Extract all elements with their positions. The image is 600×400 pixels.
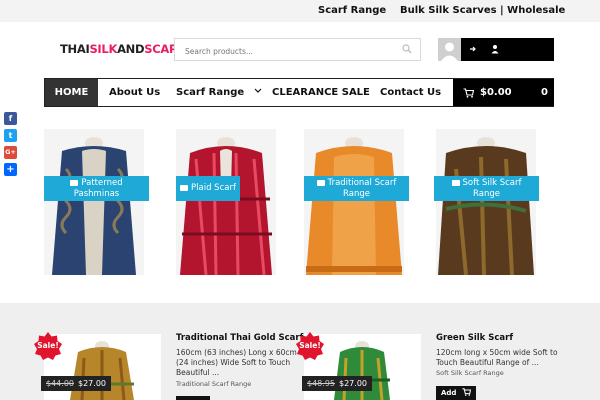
cart-icon <box>463 88 474 98</box>
more-share-icon[interactable]: + <box>4 163 17 176</box>
facebook-share-icon[interactable]: f <box>4 112 17 125</box>
add-to-cart-button[interactable]: Add <box>436 386 476 400</box>
main-navigation: HOME About Us Scarf Range CLEARANCE SALE… <box>44 78 554 107</box>
register-user-icon[interactable] <box>490 44 500 54</box>
nav-contact-us[interactable]: Contact Us <box>380 79 441 106</box>
sale-badge: Sale! <box>296 332 324 360</box>
cart-icon <box>462 388 472 396</box>
product-description: 120cm long x 50cm wide Soft to Touch Beau… <box>436 348 558 367</box>
nav-home[interactable]: HOME <box>45 79 98 106</box>
twitter-share-icon[interactable]: t <box>4 129 17 142</box>
google-plus-share-icon[interactable]: G+ <box>4 146 17 159</box>
product-title[interactable]: Traditional Thai Gold Scarf <box>176 333 303 343</box>
site-logo[interactable]: THAISILKANDSCARF <box>60 42 185 56</box>
product-price: $48.95 $27.00 <box>302 376 372 391</box>
user-silhouette-icon <box>441 42 458 61</box>
top-bar: Scarf Range Bulk Silk Scarves | Wholesal… <box>0 0 600 22</box>
product-category-link[interactable]: Soft Silk Scarf Range <box>436 369 504 377</box>
category-label-traditional-scarf[interactable]: Traditional Scarf Range <box>304 176 409 201</box>
folder-icon <box>316 179 325 186</box>
product-description: 160cm (63 inches) Long x 60cm (24 inches)… <box>176 348 297 377</box>
category-label-soft-silk-scarf[interactable]: Soft Silk Scarf Range <box>434 176 539 201</box>
product-price: $44.00 $27.00 <box>41 376 111 391</box>
nav-clearance-sale[interactable]: CLEARANCE SALE <box>272 79 370 106</box>
category-image-plaid-scarf[interactable] <box>176 129 276 275</box>
add-to-cart-button[interactable] <box>176 396 210 400</box>
avatar[interactable] <box>438 38 461 61</box>
product-category-link[interactable]: Traditional Scarf Range <box>176 380 251 388</box>
category-image-soft-silk-scarf[interactable] <box>436 129 536 275</box>
category-image-patterned-pashminas[interactable] <box>44 129 144 275</box>
cart-total: $0.00 <box>480 87 512 98</box>
cart-button[interactable]: $0.00 0 <box>453 79 554 106</box>
top-link-scarf-range[interactable]: Scarf Range <box>318 5 386 16</box>
nav-scarf-range[interactable]: Scarf Range <box>176 79 262 106</box>
category-image-traditional-scarf[interactable] <box>304 129 404 275</box>
top-link-bulk-wholesale[interactable]: Bulk Silk Scarves | Wholesale <box>400 5 565 16</box>
search-input[interactable] <box>175 41 390 62</box>
search-icon[interactable] <box>402 44 412 54</box>
folder-icon <box>180 184 189 191</box>
cart-count: 0 <box>541 87 548 98</box>
login-icon[interactable] <box>468 44 478 54</box>
category-label-plaid-scarf[interactable]: Plaid Scarf <box>176 176 240 201</box>
category-label-patterned-pashminas[interactable]: Patterned Pashminas <box>44 176 149 201</box>
account-bar <box>461 38 554 61</box>
old-price: $48.95 <box>307 379 335 388</box>
current-price: $27.00 <box>78 379 106 388</box>
folder-icon <box>451 179 460 186</box>
current-price: $27.00 <box>339 379 367 388</box>
chevron-down-icon <box>254 88 262 93</box>
nav-about-us[interactable]: About Us <box>109 79 160 106</box>
search-box <box>174 38 421 62</box>
product-title[interactable]: Green Silk Scarf <box>436 333 513 343</box>
sale-badge: Sale! <box>34 332 62 360</box>
old-price: $44.00 <box>46 379 74 388</box>
folder-icon <box>70 179 79 186</box>
